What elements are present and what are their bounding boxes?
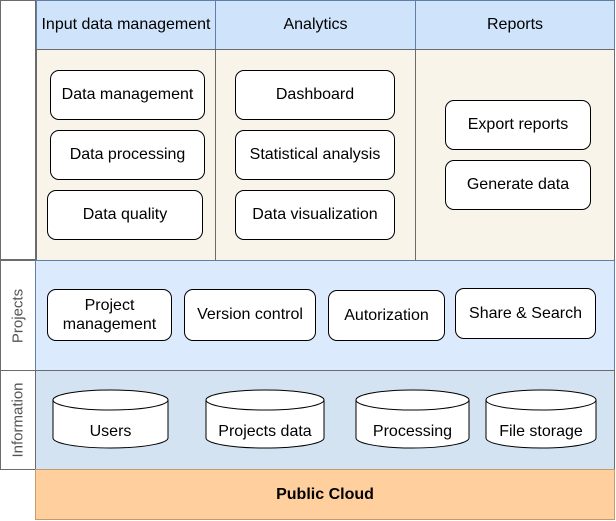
box-version-control: Version control — [184, 289, 316, 341]
side-column-top — [0, 0, 36, 260]
database-users-label: Users — [89, 423, 132, 440]
header-reports: Reports — [415, 0, 615, 50]
header-input-data-management: Input data management — [36, 0, 216, 50]
projects-label: Projects — [9, 288, 27, 343]
public-cloud-bar: Public Cloud — [35, 469, 615, 520]
header-analytics: Analytics — [215, 0, 416, 50]
box-data-management: Data management — [50, 70, 205, 120]
box-autorization: Autorization — [328, 290, 445, 341]
database-processing: Processing — [355, 389, 470, 449]
database-projects-data: Projects data — [205, 389, 325, 449]
box-statistical-analysis: Statistical analysis — [235, 130, 395, 180]
box-export-reports: Export reports — [445, 100, 591, 150]
box-dashboard: Dashboard — [235, 70, 395, 120]
database-projects-data-label: Projects data — [218, 423, 312, 440]
side-label-projects: Projects — [0, 260, 36, 371]
information-label: Information — [9, 382, 27, 458]
database-users: Users — [52, 389, 169, 449]
box-data-visualization: Data visualization — [235, 190, 395, 240]
box-project-management: Project management — [47, 289, 172, 341]
box-share-search: Share & Search — [455, 288, 596, 339]
box-generate-data: Generate data — [445, 160, 591, 210]
side-label-information: Information — [0, 370, 36, 470]
database-processing-label: Processing — [372, 423, 453, 440]
database-file-storage: File storage — [485, 389, 597, 449]
box-data-processing: Data processing — [50, 130, 205, 180]
column-reports — [415, 49, 615, 261]
database-file-storage-label: File storage — [499, 423, 583, 440]
box-data-quality: Data quality — [47, 190, 203, 240]
